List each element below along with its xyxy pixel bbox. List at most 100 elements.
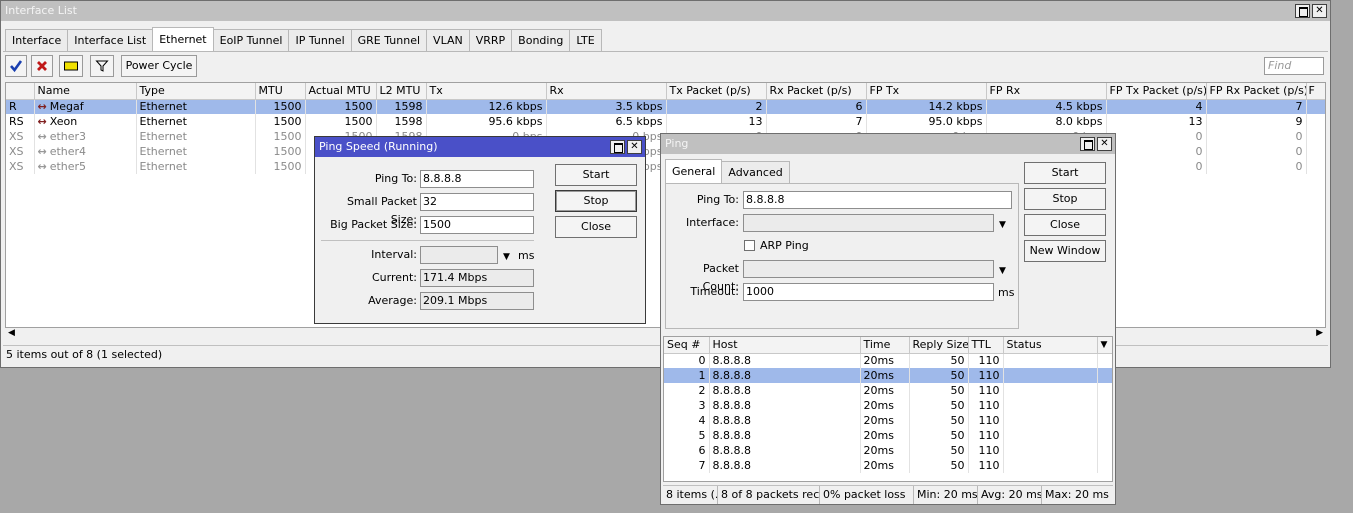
new-window-button[interactable]: New Window	[1024, 240, 1106, 262]
column-header[interactable]: L2 MTU	[376, 83, 427, 100]
enable-button[interactable]	[5, 55, 27, 77]
tab-vlan[interactable]: VLAN	[426, 29, 470, 51]
close-icon[interactable]	[627, 140, 642, 154]
column-header[interactable]: Reply Size	[909, 337, 969, 354]
tab-ip-tunnel[interactable]: IP Tunnel	[288, 29, 352, 51]
column-header[interactable]: Status	[1003, 337, 1098, 354]
table-row[interactable]: 4 8.8.8.8 20ms 50 110	[664, 413, 1112, 428]
filter-button[interactable]	[90, 55, 114, 77]
column-header[interactable]: FP Rx	[986, 83, 1107, 100]
table-row[interactable]: RS ↔ Xeon Ethernet 1500 1500 1598 95.6 kbps 6.5 …	[6, 114, 1325, 129]
tab-vrrp[interactable]: VRRP	[468, 29, 513, 51]
column-header[interactable]: F	[1306, 83, 1325, 100]
cell-empty	[1097, 428, 1112, 443]
column-header[interactable]: Seq #	[664, 337, 710, 354]
tab-bonding[interactable]: Bonding	[511, 29, 571, 51]
table-row[interactable]: 1 8.8.8.8 20ms 50 110	[664, 368, 1112, 383]
close-icon[interactable]	[1312, 4, 1327, 18]
start-button[interactable]: Start	[1024, 162, 1106, 184]
tab-interface[interactable]: Interface	[5, 29, 69, 51]
cell-empty	[1003, 443, 1098, 458]
column-header[interactable]: Actual MTU	[305, 83, 377, 100]
table-row[interactable]: 5 8.8.8.8 20ms 50 110	[664, 428, 1112, 443]
column-header[interactable]: Tx	[426, 83, 547, 100]
cell-time: 20ms	[860, 353, 910, 368]
cell-fp-rx: 4.5 kbps	[986, 99, 1107, 114]
column-header[interactable]: MTU	[255, 83, 306, 100]
close-button[interactable]: Close	[555, 216, 637, 238]
tab-lte[interactable]: LTE	[569, 29, 602, 51]
ethernet-icon: ↔	[37, 100, 47, 114]
cell-fp-rx-pps: 7	[1206, 99, 1307, 114]
interval-input[interactable]	[420, 246, 498, 264]
cell-name-text: ether4	[49, 145, 87, 158]
maximize-icon[interactable]	[610, 140, 625, 154]
separator	[321, 240, 534, 241]
tab-advanced[interactable]: Advanced	[721, 161, 790, 183]
cell-type: Ethernet	[136, 129, 256, 144]
maximize-icon[interactable]	[1295, 4, 1310, 18]
tab-general[interactable]: General	[665, 159, 723, 183]
cell-type: Ethernet	[136, 144, 256, 159]
tab-gre-tunnel[interactable]: GRE Tunnel	[350, 29, 428, 51]
find-input[interactable]: Find	[1264, 57, 1324, 75]
table-row[interactable]: 6 8.8.8.8 20ms 50 110	[664, 443, 1112, 458]
ping-results-table: Seq # Host Time Reply Size TTL Status ▼ 0 8.8.8…	[664, 337, 1112, 473]
cell-empty	[1306, 144, 1325, 159]
close-button[interactable]: Close	[1024, 214, 1106, 236]
tab-divider	[3, 51, 1328, 52]
big-packet-size-input[interactable]: 1500	[420, 216, 534, 234]
close-icon[interactable]	[1097, 137, 1112, 151]
tab-ethernet[interactable]: Ethernet	[152, 27, 214, 51]
power-cycle-button[interactable]: Power Cycle	[121, 55, 197, 77]
stop-button[interactable]: Stop	[1024, 188, 1106, 210]
cell-name: ↔ Xeon	[34, 114, 137, 129]
table-row[interactable]: 2 8.8.8.8 20ms 50 110	[664, 383, 1112, 398]
comment-button[interactable]	[59, 55, 83, 77]
cell-size: 50	[909, 458, 969, 473]
scroll-left-icon[interactable]: ◀	[8, 328, 15, 338]
column-header[interactable]: TTL	[968, 337, 1004, 354]
cell-fp-rx-pps: 0	[1206, 144, 1307, 159]
timeout-input[interactable]: 1000	[743, 283, 994, 301]
maximize-icon[interactable]	[1080, 137, 1095, 151]
start-button[interactable]: Start	[555, 164, 637, 186]
disable-button[interactable]	[31, 55, 53, 77]
ping-titlebar[interactable]: Ping	[661, 134, 1115, 154]
column-header[interactable]: FP Tx Packet (p/s)	[1106, 83, 1207, 100]
packet-count-select[interactable]	[743, 260, 994, 278]
column-header[interactable]: Rx Packet (p/s)	[766, 83, 867, 100]
ping-speed-titlebar[interactable]: Ping Speed (Running)	[315, 137, 645, 157]
cell-flag: RS	[6, 114, 35, 129]
ping-to-input[interactable]: 8.8.8.8	[743, 191, 1012, 209]
packet-count-dropdown-icon[interactable]	[999, 263, 1006, 276]
status-loss: 0% packet loss	[820, 486, 914, 504]
stop-button[interactable]: Stop	[555, 190, 637, 212]
interface-dropdown-icon[interactable]	[999, 217, 1006, 230]
interval-dropdown-icon[interactable]	[503, 249, 510, 262]
column-header[interactable]: FP Tx	[866, 83, 987, 100]
small-packet-size-input[interactable]: 32	[420, 193, 534, 211]
ping-to-input[interactable]: 8.8.8.8	[420, 170, 534, 188]
arp-ping-checkbox[interactable]	[744, 240, 755, 251]
column-header[interactable]: Tx Packet (p/s)	[666, 83, 767, 100]
column-header[interactable]: Rx	[546, 83, 667, 100]
interface-select[interactable]	[743, 214, 994, 232]
table-row[interactable]: R ↔ Megaf Ethernet 1500 1500 1598 12.6 kbps 3.5 …	[6, 99, 1325, 114]
columns-dropdown-icon[interactable]: ▼	[1097, 337, 1112, 354]
interface-list-titlebar[interactable]: Interface List	[1, 1, 1330, 21]
column-header[interactable]: Time	[860, 337, 910, 354]
column-header[interactable]: Host	[709, 337, 861, 354]
table-row[interactable]: 7 8.8.8.8 20ms 50 110	[664, 458, 1112, 473]
cell-seq: 5	[664, 428, 710, 443]
cell-time: 20ms	[860, 368, 910, 383]
column-header[interactable]: FP Rx Packet (p/s)	[1206, 83, 1307, 100]
scroll-right-icon[interactable]: ▶	[1316, 328, 1323, 338]
column-header[interactable]: Type	[136, 83, 256, 100]
table-row[interactable]: 3 8.8.8.8 20ms 50 110	[664, 398, 1112, 413]
tab-eoip-tunnel[interactable]: EoIP Tunnel	[212, 29, 290, 51]
tab-interface-list[interactable]: Interface List	[67, 29, 154, 51]
column-header[interactable]: Name	[34, 83, 137, 100]
table-row[interactable]: 0 8.8.8.8 20ms 50 110	[664, 353, 1112, 368]
column-header[interactable]	[6, 83, 35, 100]
